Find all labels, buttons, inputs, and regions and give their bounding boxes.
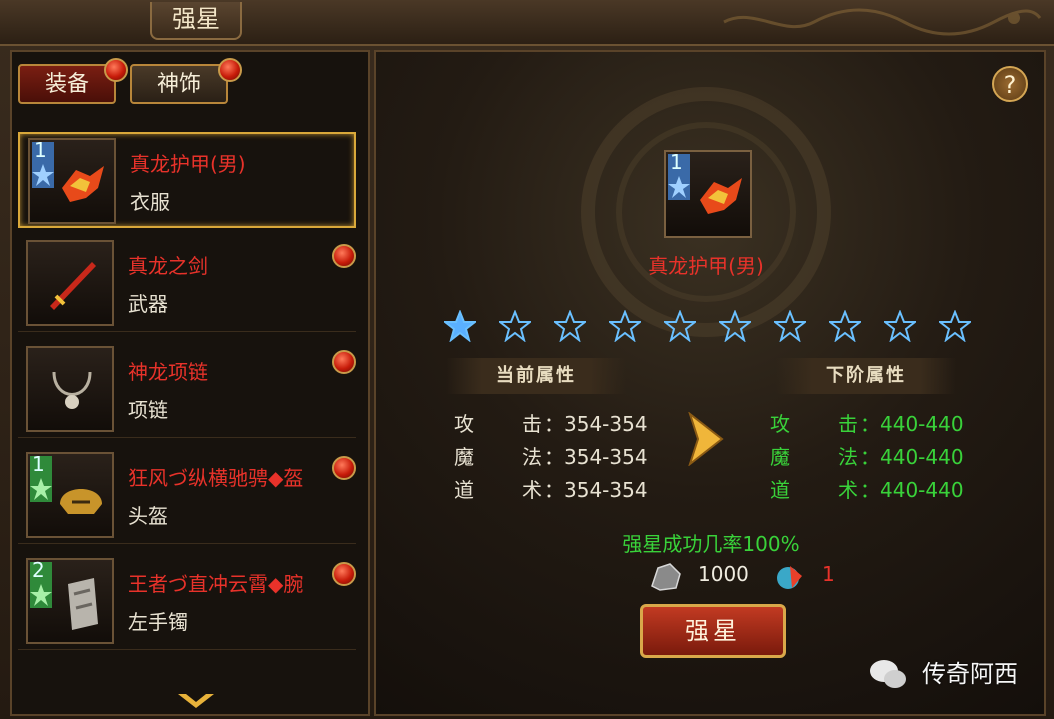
attr-label: 道	[770, 478, 790, 502]
ore-icon	[651, 563, 681, 591]
tab-divine-accessory[interactable]: 神饰	[130, 64, 228, 104]
attr-value: ：440-440	[860, 478, 964, 502]
list-item[interactable]: 神龙项链 项链	[18, 342, 356, 438]
upgrade-panel: ? 1 真龙护甲(男) 当前属性 下阶属性 攻 击 ：354-354 魔 法 ：…	[374, 50, 1046, 716]
gold-cost: 1000	[698, 562, 749, 586]
star-empty-icon	[554, 310, 586, 342]
attr-label: 术	[522, 478, 542, 502]
attr-value: ：354-354	[544, 445, 648, 469]
attr-label: 法	[838, 445, 858, 469]
star-rating	[444, 310, 984, 344]
wechat-icon	[870, 660, 906, 688]
item-type: 武器	[128, 292, 168, 316]
item-type: 衣服	[130, 190, 170, 214]
strengthen-label: 强星	[685, 617, 741, 645]
item-type: 项链	[128, 398, 168, 422]
star-empty-icon	[609, 310, 641, 342]
tab-equipment-label: 装备	[44, 72, 89, 97]
strengthen-button[interactable]: 强星	[640, 604, 786, 658]
stone-cost: 1	[822, 562, 835, 586]
item-level: 2	[32, 558, 45, 582]
item-name: 真龙护甲(男)	[130, 152, 246, 176]
item-name: 王者づ直冲云霄◆腕	[128, 572, 304, 596]
star-empty-icon	[719, 310, 751, 342]
attr-label: 攻	[770, 412, 790, 436]
notification-dot-icon	[332, 350, 356, 374]
arrow-right-icon	[688, 412, 724, 466]
notification-dot-icon	[218, 58, 242, 82]
item-type: 左手镯	[128, 610, 188, 634]
equipment-list-panel: 装备 神饰 1 真龙护甲(男) 衣服 真龙之剑 武器 神龙项链 项链 1 狂风づ…	[10, 50, 370, 716]
notification-dot-icon	[332, 244, 356, 268]
armor-icon: 1	[28, 138, 116, 224]
watermark: 传奇阿西	[922, 660, 1018, 688]
bracelet-icon: 2	[26, 558, 114, 644]
tab-divine-accessory-label: 神饰	[156, 72, 201, 97]
star-filled-icon	[444, 310, 476, 342]
attr-value: ：440-440	[860, 445, 964, 469]
item-level: 1	[32, 452, 45, 476]
item-level: 1	[34, 138, 47, 162]
selected-item-name: 真龙护甲(男)	[648, 254, 764, 278]
attr-value: ：440-440	[860, 412, 964, 436]
attr-label: 击	[522, 412, 542, 436]
attr-label: 道	[454, 478, 474, 502]
attr-label: 法	[522, 445, 542, 469]
attr-label: 魔	[454, 445, 474, 469]
next-attr-header: 下阶属性	[776, 358, 956, 394]
current-attr-header: 当前属性	[446, 358, 626, 394]
notification-dot-icon	[104, 58, 128, 82]
chevron-down-icon[interactable]	[176, 692, 216, 710]
star-empty-icon	[664, 310, 696, 342]
dragon-ornament-icon	[723, 8, 1042, 36]
window-frame: 强星 装备 神饰 1 真龙护甲(男) 衣服 真龙之剑 武器 神龙项链 项链 1 …	[0, 0, 1054, 719]
notification-dot-icon	[332, 562, 356, 586]
list-item[interactable]: 真龙之剑 武器	[18, 236, 356, 332]
attr-label: 术	[838, 478, 858, 502]
attr-value: ：354-354	[544, 478, 648, 502]
help-button[interactable]: ?	[992, 66, 1028, 102]
tab-equipment[interactable]: 装备	[18, 64, 116, 104]
star-empty-icon	[884, 310, 916, 342]
item-name: 狂风づ纵横驰骋◆盔	[128, 466, 304, 490]
star-empty-icon	[829, 310, 861, 342]
notification-dot-icon	[332, 456, 356, 480]
sword-icon	[26, 240, 114, 326]
item-type: 头盔	[128, 504, 168, 528]
selected-item-slot: 1	[664, 150, 752, 238]
attr-value: ：354-354	[544, 412, 648, 436]
list-item[interactable]: 1 真龙护甲(男) 衣服	[18, 132, 356, 228]
necklace-icon	[26, 346, 114, 432]
item-name: 神龙项链	[128, 360, 208, 384]
helmet-icon: 1	[26, 452, 114, 538]
attr-label: 攻	[454, 412, 474, 436]
star-empty-icon	[499, 310, 531, 342]
title-bar: 强星	[0, 0, 1054, 46]
star-empty-icon	[774, 310, 806, 342]
list-item[interactable]: 2 王者づ直冲云霄◆腕 左手镯	[18, 554, 356, 650]
success-rate: 强星成功几率100%	[622, 532, 800, 556]
list-item[interactable]: 1 狂风づ纵横驰骋◆盔 头盔	[18, 448, 356, 544]
window-title: 强星	[150, 2, 242, 40]
attr-label: 魔	[770, 445, 790, 469]
armor-icon	[700, 178, 742, 214]
item-name: 真龙之剑	[128, 254, 208, 278]
selected-item-level: 1	[670, 150, 683, 174]
help-label: ?	[1003, 71, 1017, 99]
star-stone-icon	[777, 566, 802, 589]
attr-label: 击	[838, 412, 858, 436]
star-empty-icon	[939, 310, 971, 342]
